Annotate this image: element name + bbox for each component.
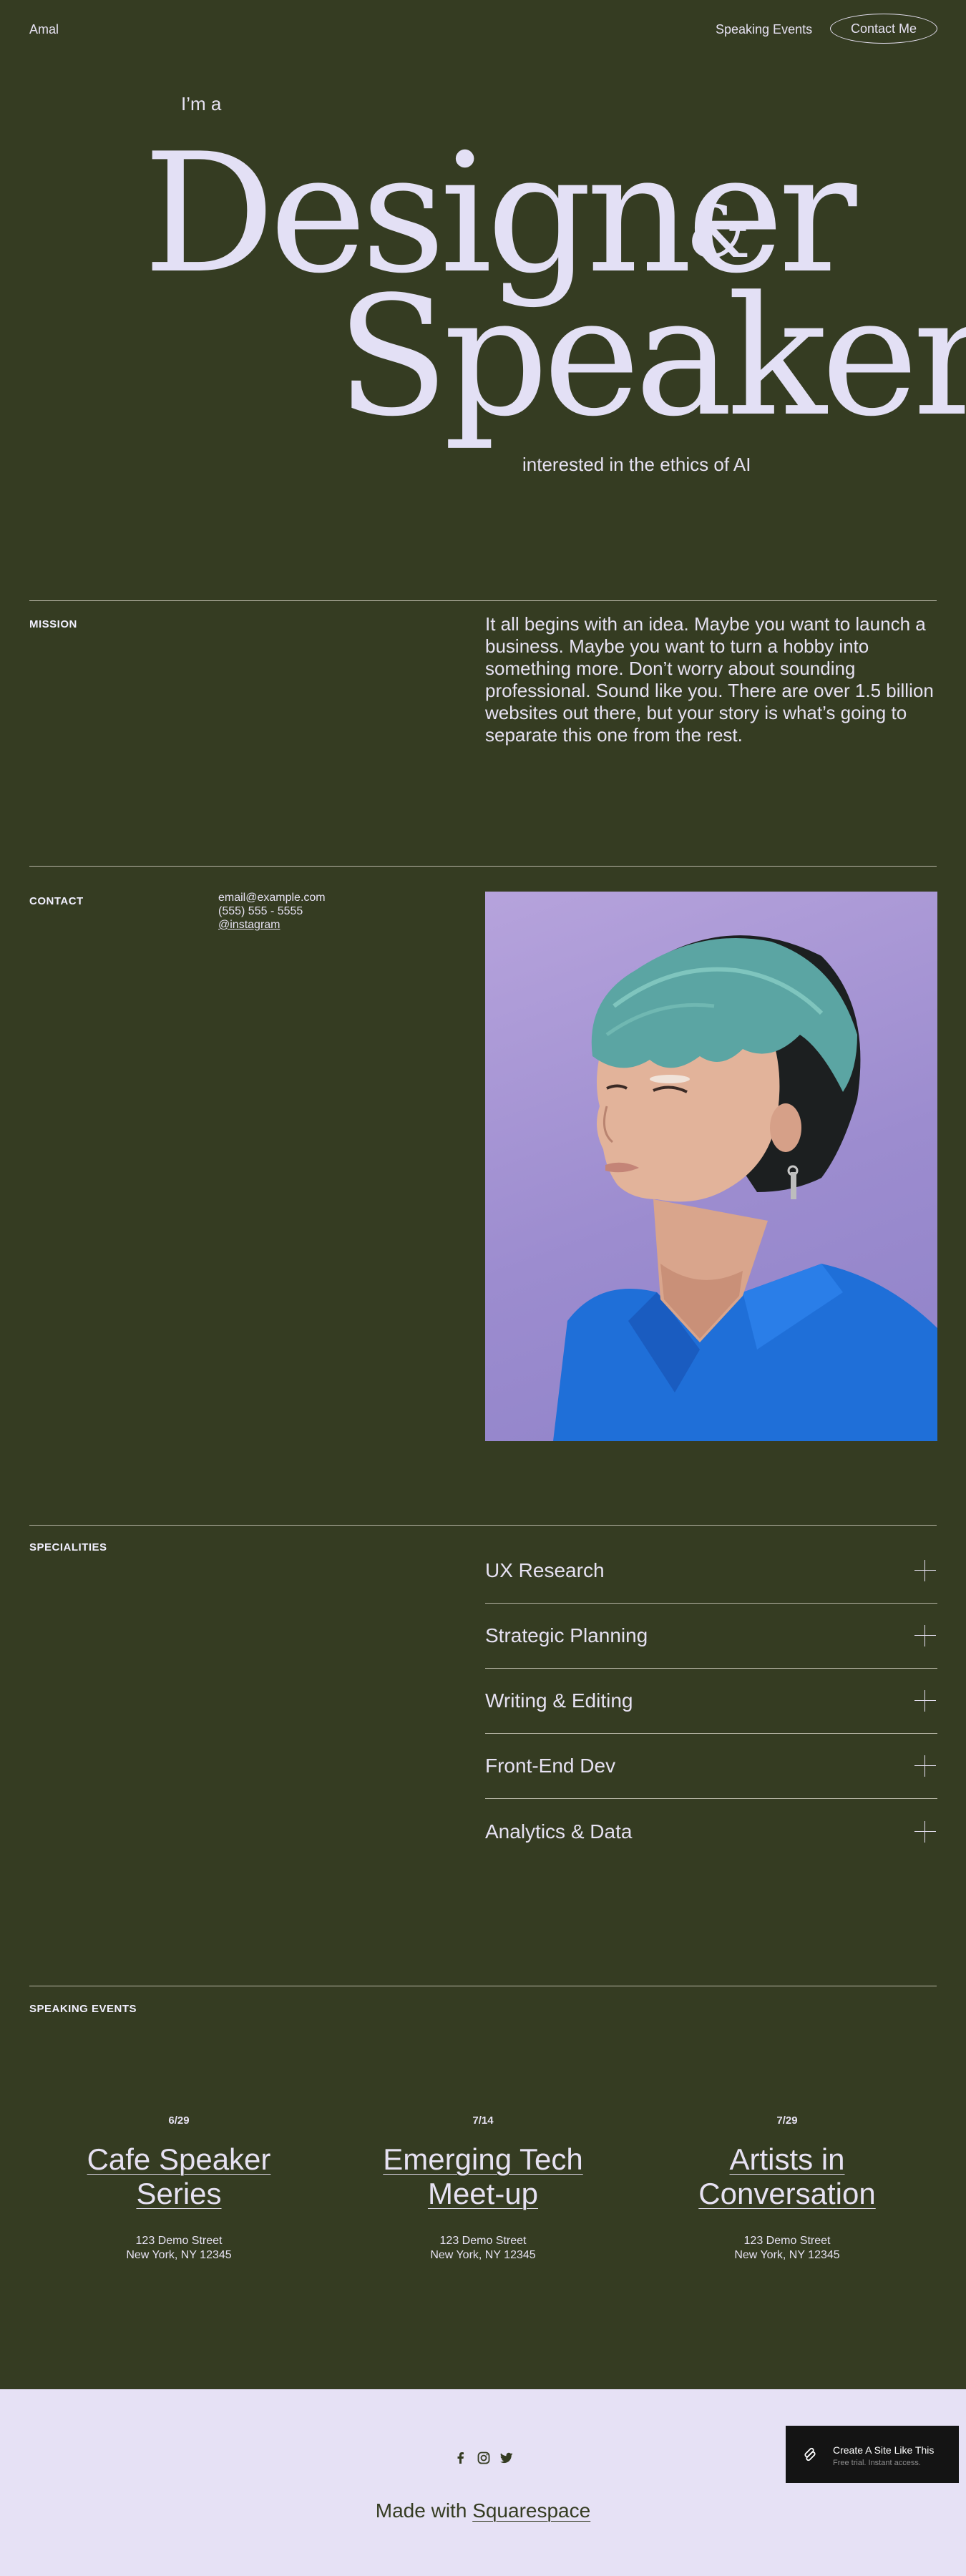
portrait-image: [485, 892, 937, 1441]
divider: [29, 866, 937, 867]
speciality-label: Analytics & Data: [485, 1820, 633, 1843]
contact-me-button[interactable]: Contact Me: [830, 14, 937, 44]
instagram-icon[interactable]: [477, 2451, 491, 2465]
speciality-item-writing-editing[interactable]: Writing & Editing: [485, 1669, 937, 1734]
event-address: 123 Demo Street New York, NY 12345: [36, 2234, 322, 2263]
event-title-line[interactable]: Cafe Speaker: [87, 2142, 271, 2176]
hero-subtext: interested in the ethics of AI: [522, 454, 751, 475]
speciality-label: Strategic Planning: [485, 1624, 648, 1646]
event-card: 7/14 Emerging Tech Meet-up 123 Demo Stre…: [340, 2114, 626, 2263]
event-street: 123 Demo Street: [743, 2235, 831, 2247]
event-city: New York, NY 12345: [734, 2249, 840, 2261]
event-title-line[interactable]: Artists in: [729, 2142, 844, 2176]
site-title[interactable]: Amal: [29, 22, 59, 37]
contact-instagram-link[interactable]: @instagram: [218, 918, 326, 932]
mission-label: MISSION: [29, 618, 77, 630]
create-site-badge[interactable]: Create A Site Like This Free trial. Inst…: [786, 2426, 959, 2483]
nav-speaking-events[interactable]: Speaking Events: [716, 22, 812, 37]
event-date: 7/14: [472, 2114, 494, 2127]
contact-info: email@example.com (555) 555 - 5555 @inst…: [218, 891, 326, 932]
event-title-line[interactable]: Conversation: [698, 2177, 875, 2210]
hero-word-speaker: Speaker: [336, 262, 966, 453]
speciality-item-strategic-planning[interactable]: Strategic Planning: [485, 1604, 937, 1669]
made-with-text: Made with Squarespace: [0, 2499, 966, 2522]
event-card: 7/29 Artists in Conversation 123 Demo St…: [644, 2114, 930, 2263]
event-card: 6/29 Cafe Speaker Series 123 Demo Street…: [36, 2114, 322, 2263]
event-title-link[interactable]: Emerging Tech Meet-up: [340, 2142, 626, 2211]
squarespace-link[interactable]: Squarespace: [472, 2499, 590, 2522]
event-date: 6/29: [168, 2114, 190, 2127]
speaking-events-label: SPEAKING EVENTS: [29, 2003, 137, 2015]
contact-email[interactable]: email@example.com: [218, 891, 326, 904]
plus-icon[interactable]: [914, 1625, 936, 1646]
event-address: 123 Demo Street New York, NY 12345: [644, 2234, 930, 2263]
speciality-item-front-end-dev[interactable]: Front-End Dev: [485, 1734, 937, 1799]
event-title-line[interactable]: Series: [136, 2177, 221, 2210]
badge-title: Create A Site Like This: [833, 2444, 935, 2456]
event-title-line[interactable]: Emerging Tech: [383, 2142, 582, 2176]
speciality-label: UX Research: [485, 1559, 605, 1581]
event-date: 7/29: [776, 2114, 798, 2127]
facebook-icon[interactable]: [454, 2451, 468, 2465]
specialities-label: SPECIALITIES: [29, 1541, 107, 1553]
plus-icon[interactable]: [914, 1690, 936, 1712]
speciality-label: Writing & Editing: [485, 1689, 633, 1712]
event-title-link[interactable]: Artists in Conversation: [644, 2142, 930, 2211]
social-links: [454, 2451, 514, 2465]
speciality-item-ux-research[interactable]: UX Research: [485, 1538, 937, 1604]
plus-icon[interactable]: [914, 1560, 936, 1581]
twitter-icon[interactable]: [499, 2451, 514, 2465]
badge-subtitle: Free trial. Instant access.: [833, 2459, 921, 2467]
event-street: 123 Demo Street: [135, 2235, 223, 2247]
divider: [29, 600, 937, 601]
event-address: 123 Demo Street New York, NY 12345: [340, 2234, 626, 2263]
divider: [29, 1525, 937, 1526]
mission-text: It all begins with an idea. Maybe you wa…: [485, 613, 934, 746]
event-title-link[interactable]: Cafe Speaker Series: [36, 2142, 322, 2211]
event-city: New York, NY 12345: [126, 2249, 232, 2261]
speciality-item-analytics-data[interactable]: Analytics & Data: [485, 1799, 937, 1864]
contact-label: CONTACT: [29, 895, 84, 907]
event-title-line[interactable]: Meet-up: [428, 2177, 538, 2210]
event-street: 123 Demo Street: [439, 2235, 527, 2247]
specialities-list: UX Research Strategic Planning Writing &…: [485, 1538, 937, 1864]
plus-icon[interactable]: [914, 1820, 936, 1843]
portrait-illustration: [553, 935, 937, 1441]
contact-phone: (555) 555 - 5555: [218, 905, 303, 917]
made-with-label: Made with: [375, 2499, 467, 2522]
page: Amal Speaking Events Contact Me I’m a De…: [0, 0, 966, 2576]
hero-ampersand: &: [687, 190, 751, 274]
plus-icon[interactable]: [914, 1755, 936, 1777]
event-city: New York, NY 12345: [430, 2249, 536, 2261]
squarespace-logo-icon: [801, 2446, 819, 2463]
speciality-label: Front-End Dev: [485, 1755, 616, 1777]
hero-pretext: I’m a: [181, 93, 222, 114]
